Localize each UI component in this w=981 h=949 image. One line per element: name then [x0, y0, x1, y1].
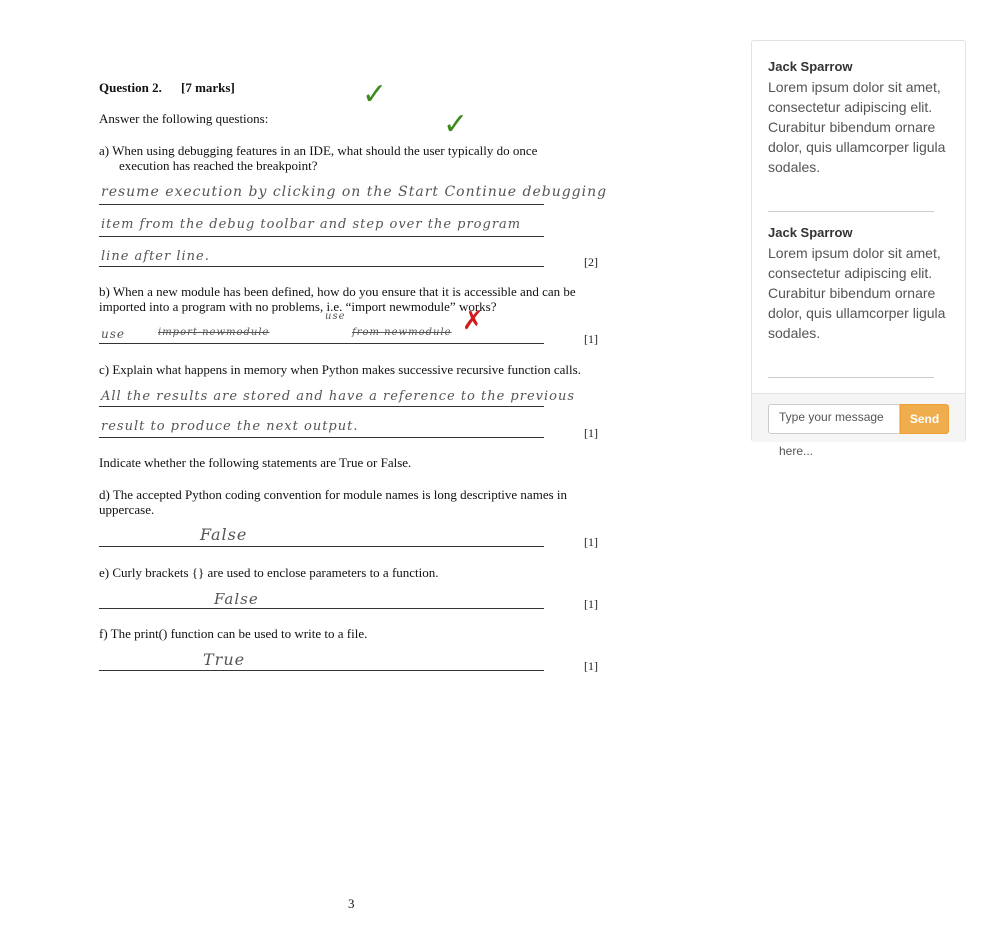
question-b-line1: b) When a new module has been defined, h… [99, 284, 576, 299]
page-number: 3 [348, 896, 355, 911]
chat-input-placeholder: Type your message here... [779, 410, 884, 458]
answer-d: False [200, 525, 248, 544]
send-button[interactable]: Send [900, 404, 949, 434]
question-c-marks: [1] [584, 426, 598, 440]
check-mark-icon: ✓ [362, 77, 388, 112]
answer-a-line2: item from the debug toolbar and step ove… [101, 217, 522, 232]
chat-message-author: Jack Sparrow [768, 59, 853, 74]
chat-footer: Type your message here... Send [752, 393, 965, 458]
chat-message-body: Lorem ipsum dolor sit amet, consectetur … [768, 79, 946, 175]
question-b-line2: imported into a program with no problems… [99, 299, 497, 314]
question-e-line1: e) Curly brackets {} are used to enclose… [99, 565, 439, 580]
question-d-line1: d) The accepted Python coding convention… [99, 487, 568, 502]
answer-a-line3: line after line. [101, 249, 210, 264]
chat-panel: Jack Sparrow Lorem ipsum dolor sit amet,… [751, 40, 966, 458]
chat-message-input[interactable]: Type your message here... [768, 404, 900, 458]
instruction-text: Answer the following questions: [99, 111, 269, 126]
answer-e: False [214, 590, 259, 608]
question-a-line2: execution has reached the breakpoint? [119, 158, 318, 173]
question-c-line1: c) Explain what happens in memory when P… [99, 362, 581, 377]
chat-message: Jack Sparrow Lorem ipsum dolor sit amet,… [768, 57, 950, 177]
question-b-marks: [1] [584, 332, 598, 346]
answer-b-above: use [325, 311, 346, 322]
answer-b-part3: from newmodule [352, 327, 452, 338]
answer-c-line1: All the results are stored and have a re… [101, 389, 576, 404]
question-marks-total: [7 marks] [181, 80, 235, 95]
answer-a-line1: resume execution by clicking on the Star… [101, 184, 608, 200]
question-d-marks: [1] [584, 535, 598, 549]
answer-c-line2: result to produce the next output. [101, 419, 359, 434]
true-false-instruction: Indicate whether the following statement… [99, 455, 412, 470]
question-e-marks: [1] [584, 597, 598, 611]
chat-message-body: Lorem ipsum dolor sit amet, consectetur … [768, 245, 946, 341]
question-f-line1: f) The print() function can be used to w… [99, 626, 368, 641]
question-a-line1: a) When using debugging features in an I… [99, 143, 538, 158]
answer-b-part2: import newmodule [158, 327, 270, 338]
chat-message: Jack Sparrow Lorem ipsum dolor sit amet,… [768, 223, 950, 343]
question-heading: Question 2. [99, 80, 162, 95]
answer-f: True [203, 650, 246, 669]
chat-divider [768, 377, 934, 378]
check-mark-icon: ✓ [443, 107, 469, 142]
answer-b-part1: use [101, 327, 125, 341]
question-f-marks: [1] [584, 659, 598, 673]
chat-divider [768, 211, 934, 212]
cross-mark-icon: ✗ [462, 306, 484, 336]
question-d-line2: uppercase. [99, 502, 155, 517]
question-a-marks: [2] [584, 255, 598, 269]
chat-message-author: Jack Sparrow [768, 225, 853, 240]
exam-page: ✓ ✓ Question 2. [7 marks] Answer the fol… [0, 0, 740, 949]
